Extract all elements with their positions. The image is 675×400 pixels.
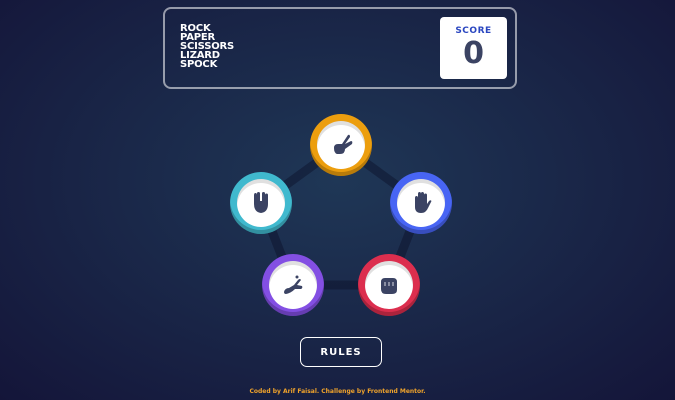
scissors-button[interactable]	[310, 114, 372, 176]
spock-button[interactable]	[230, 172, 292, 234]
paper-hand-icon	[415, 192, 432, 213]
lizard-button[interactable]	[262, 254, 324, 316]
footer-credit: Coded by Arif Faisal. Challenge by Front…	[249, 388, 426, 395]
scissors-hand-icon	[334, 134, 353, 154]
spock-hand-icon	[254, 192, 268, 213]
rock-fist-icon	[381, 278, 397, 294]
rock-button[interactable]	[358, 254, 420, 316]
rules-button[interactable]: RULES	[300, 337, 382, 367]
lizard-hand-icon	[284, 275, 303, 294]
paper-button[interactable]	[390, 172, 452, 234]
